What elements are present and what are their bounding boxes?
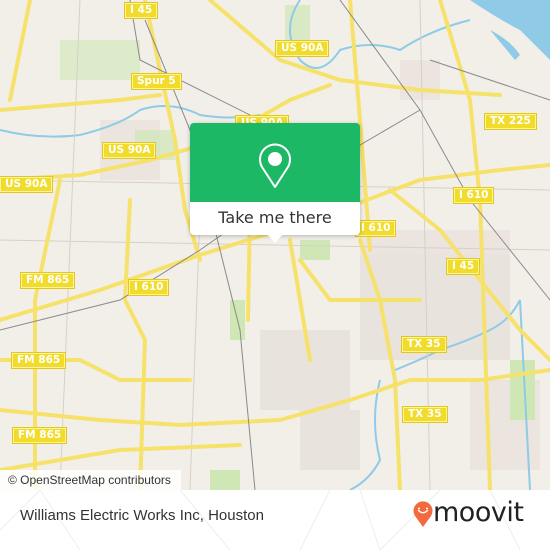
destination-card[interactable]: Take me there <box>190 123 360 243</box>
route-shield-us90a: US 90A <box>0 176 54 193</box>
route-shield-fm865: FM 865 <box>11 427 68 444</box>
map-view[interactable]: I 45 US 90A Spur 5 US 90A US 90A US 90A … <box>0 0 550 490</box>
card-header <box>190 123 360 202</box>
location-pin-icon <box>259 143 291 188</box>
route-shield-fm865: FM 865 <box>19 272 76 289</box>
place-name: Williams Electric Works Inc, Houston <box>20 507 264 524</box>
route-shield-fm865: FM 865 <box>10 352 67 369</box>
route-shield-us90a: US 90A <box>101 142 157 159</box>
route-shield-tx35: TX 35 <box>402 406 448 423</box>
card-pointer <box>267 234 283 243</box>
moovit-smile-pin-icon <box>413 501 433 527</box>
route-shield-spur5: Spur 5 <box>131 73 182 90</box>
route-shield-i45: I 45 <box>445 258 481 275</box>
route-shield-i610: I 610 <box>452 187 495 204</box>
osm-attribution[interactable]: © OpenStreetMap contributors <box>0 470 181 490</box>
route-shield-tx35: TX 35 <box>401 336 447 353</box>
moovit-wordmark: moovit <box>433 497 524 528</box>
map-tiles <box>0 0 550 490</box>
route-shield-i610: I 610 <box>127 279 170 296</box>
footer-bar: Williams Electric Works Inc, Houston moo… <box>0 490 550 550</box>
route-shield-i610: I 610 <box>354 220 397 237</box>
take-me-there-button[interactable]: Take me there <box>190 202 360 235</box>
route-shield-tx225: TX 225 <box>484 113 537 130</box>
route-shield-us90a: US 90A <box>274 40 330 57</box>
route-shield-i45: I 45 <box>123 2 159 19</box>
